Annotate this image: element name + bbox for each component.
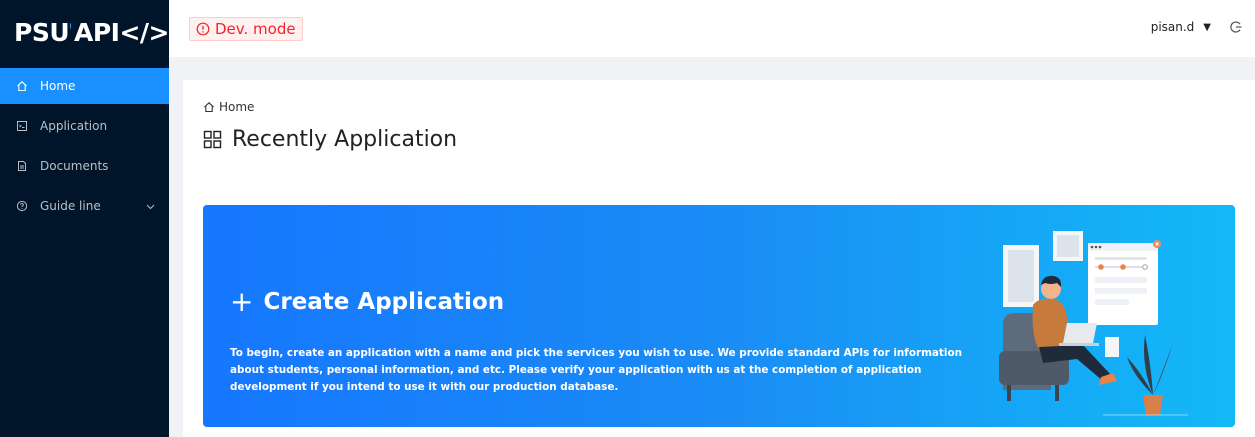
create-application-title: + Create Application [230, 288, 504, 316]
sidebar-item-label: Guide line [40, 199, 101, 213]
page-title-text: Recently Application [232, 127, 458, 152]
home-icon [204, 102, 214, 113]
logo-text-left: PSU [14, 17, 70, 47]
chevron-down-icon [146, 199, 155, 213]
page-title: Recently Application [203, 127, 457, 152]
code-icon [16, 120, 34, 132]
logo-dot [70, 23, 71, 29]
top-header: Dev. mode pisan.d ▼ [169, 0, 1255, 57]
create-application-description: To begin, create an application with a n… [230, 347, 962, 393]
sidebar-item-guide-line[interactable]: Guide line [0, 188, 169, 224]
logout-icon[interactable] [1229, 20, 1243, 34]
sidebar-item-application[interactable]: Application [0, 108, 169, 144]
breadcrumb: Home [203, 100, 254, 114]
document-icon [16, 160, 34, 172]
home-icon [16, 80, 34, 92]
sidebar-item-label: Application [40, 119, 108, 133]
main-content: Home Recently Application + Create Appli… [183, 80, 1255, 437]
dev-mode-badge: Dev. mode [189, 17, 303, 41]
exclamation-circle-icon [196, 22, 210, 36]
question-icon [16, 200, 34, 212]
sidebar-item-documents[interactable]: Documents [0, 148, 169, 184]
sidebar-item-label: Documents [40, 159, 109, 173]
create-application-card[interactable]: + Create Application To begin, create an… [203, 205, 1235, 427]
caret-down-icon: ▼ [1203, 21, 1211, 33]
sidebar-item-label: Home [40, 79, 76, 93]
plus-icon: + [230, 285, 254, 318]
sidebar-menu: Home Application Documents Guide line [0, 68, 169, 224]
logo-text-right: API</> [74, 17, 170, 47]
app-logo[interactable]: PSU API</> [0, 0, 170, 64]
appstore-icon [203, 130, 222, 149]
sidebar-item-home[interactable]: Home [0, 68, 169, 104]
sidebar: PSU API</> Home Application Documents Gu… [0, 0, 170, 437]
dev-mode-label: Dev. mode [215, 20, 296, 38]
user-menu[interactable]: pisan.d ▼ [1151, 20, 1211, 34]
user-name: pisan.d [1150, 20, 1195, 34]
create-application-label: Create Application [263, 289, 505, 315]
person-at-laptop-illustration [999, 231, 1188, 416]
breadcrumb-item-home[interactable]: Home [219, 100, 254, 114]
